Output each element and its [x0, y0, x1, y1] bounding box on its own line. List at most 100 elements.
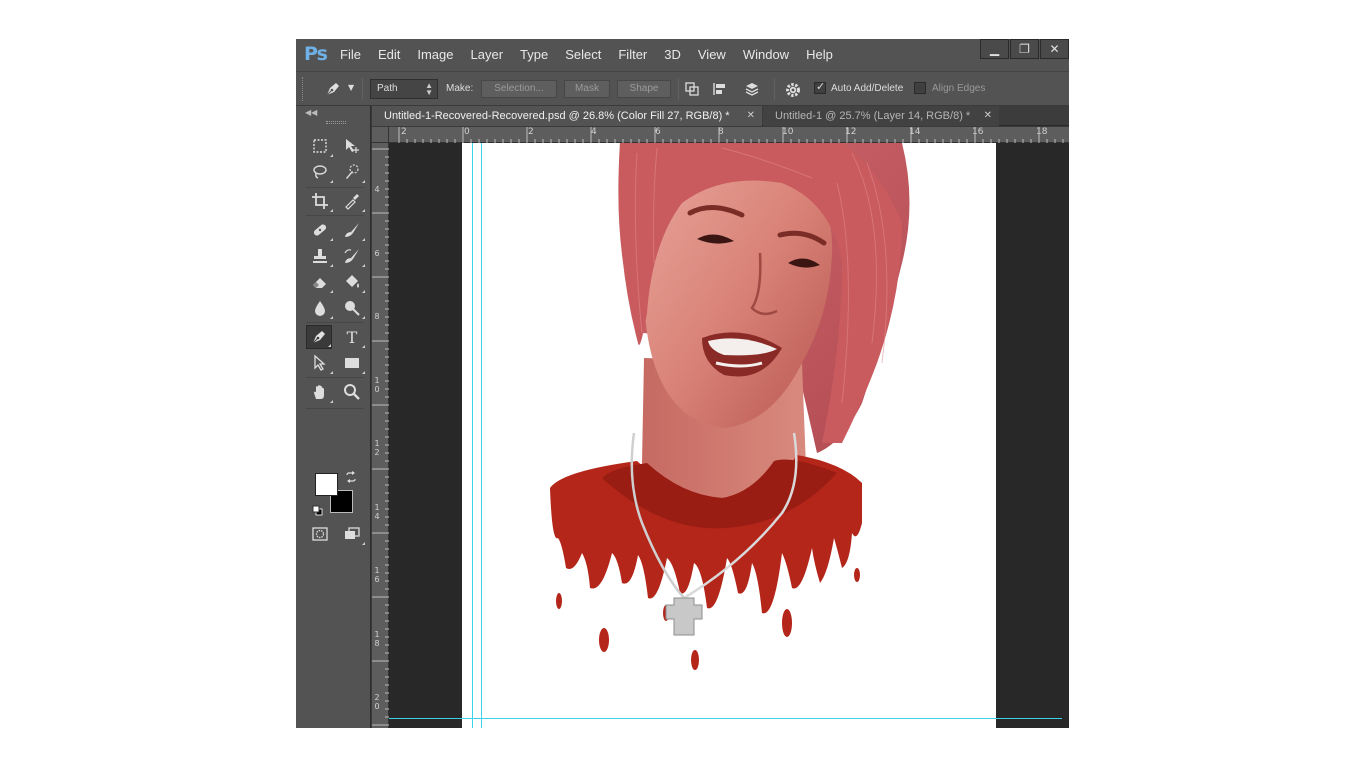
options-grip[interactable]	[302, 77, 304, 101]
path-arrangement-icon[interactable]	[744, 81, 760, 97]
guide-line[interactable]	[472, 143, 473, 728]
make-mask-button[interactable]: Mask	[564, 80, 610, 98]
brush-icon	[345, 223, 359, 237]
document-tab-title: Untitled-1 @ 25.7% (Layer 14, RGB/8) *	[775, 110, 971, 122]
divider	[678, 78, 679, 100]
dodge-tool[interactable]	[339, 296, 365, 320]
document-canvas[interactable]	[462, 143, 996, 728]
crop-icon	[312, 193, 328, 209]
document-tab-active[interactable]: Untitled-1-Recovered-Recovered.psd @ 26.…	[372, 106, 762, 126]
restore-icon[interactable]: ❐	[1010, 39, 1039, 59]
ruler-label: 14	[909, 127, 921, 137]
divider	[306, 187, 364, 188]
path-alignment-icon[interactable]	[712, 81, 728, 97]
quick-mask-icon	[312, 527, 328, 541]
pasteboard[interactable]	[389, 143, 1069, 728]
type-tool[interactable]: T	[339, 325, 365, 349]
history-brush-tool[interactable]	[339, 244, 365, 268]
gear-icon[interactable]	[784, 81, 802, 99]
hand-tool[interactable]	[307, 380, 333, 404]
tool-mode-value: Path	[377, 83, 398, 94]
ruler-label: 18	[1036, 127, 1048, 137]
auto-add-delete-label: Auto Add/Delete	[831, 83, 904, 94]
document-tab-inactive[interactable]: Untitled-1 @ 25.7% (Layer 14, RGB/8) * ✕	[763, 106, 999, 126]
ruler-label: 2	[528, 127, 534, 137]
menu-file[interactable]: File	[340, 47, 361, 62]
options-bar: ▼ Path ▲▼ Make: Selection... Mask Shape	[296, 71, 1069, 106]
menu-edit[interactable]: Edit	[378, 47, 400, 62]
tool-mode-select[interactable]: Path ▲ ▼	[370, 79, 438, 99]
eyedropper-tool[interactable]	[339, 189, 365, 213]
path-selection-tool[interactable]	[307, 351, 333, 375]
clone-stamp-tool[interactable]	[307, 244, 333, 268]
crop-tool[interactable]	[307, 189, 333, 213]
ruler-label: 6	[374, 249, 380, 258]
divider	[306, 215, 364, 216]
svg-text:T: T	[347, 328, 358, 346]
menu-image[interactable]: Image	[417, 47, 453, 62]
canvas-workspace[interactable]: 2 0 2 4 6 8 10 12 14 16 18 4 6 8 10 12 1…	[372, 127, 1069, 728]
foreground-color-swatch[interactable]	[315, 473, 338, 496]
menu-type[interactable]: Type	[520, 47, 548, 62]
pen-tool-preset-icon[interactable]	[324, 80, 342, 98]
brush-tool[interactable]	[339, 218, 365, 242]
menu-bar: Ps File Edit Image Layer Type Select Fil…	[296, 39, 1069, 71]
blur-tool[interactable]	[307, 296, 333, 320]
zoom-tool[interactable]	[339, 380, 365, 404]
bandage-icon	[313, 224, 327, 236]
path-operations-icon[interactable]	[684, 81, 700, 97]
marquee-tool[interactable]	[307, 134, 333, 158]
make-selection-button[interactable]: Selection...	[481, 80, 557, 98]
menu-3d[interactable]: 3D	[664, 47, 681, 62]
menu-select[interactable]: Select	[565, 47, 601, 62]
healing-brush-tool[interactable]	[307, 218, 333, 242]
auto-add-delete-checkbox[interactable]	[814, 80, 826, 94]
align-edges-checkbox[interactable]	[914, 82, 926, 94]
screen-mode-button[interactable]	[339, 522, 365, 546]
default-colors-icon[interactable]	[312, 505, 323, 516]
minimize-icon[interactable]: ▁	[980, 39, 1009, 59]
ruler-label: 12	[374, 439, 380, 457]
menu-layer[interactable]: Layer	[471, 47, 504, 62]
chevron-down-icon[interactable]: ▼	[348, 83, 354, 92]
guide-line[interactable]	[389, 718, 1062, 719]
pen-tool[interactable]	[306, 325, 332, 349]
collapse-panel-icon[interactable]: ◀◀	[305, 108, 317, 117]
divider	[306, 408, 364, 409]
divider	[306, 377, 364, 378]
divider	[774, 78, 775, 100]
droplet-icon	[315, 301, 325, 316]
vertical-ruler[interactable]: 4 6 8 10 12 14 16 18 20	[372, 143, 389, 728]
lasso-tool[interactable]	[307, 160, 333, 184]
quick-selection-tool[interactable]	[339, 160, 365, 184]
divider	[362, 78, 363, 100]
ruler-label: 6	[655, 127, 661, 137]
divider	[306, 322, 364, 323]
make-shape-button[interactable]: Shape	[617, 80, 671, 98]
make-label: Make:	[446, 83, 474, 94]
portrait-artwork[interactable]	[462, 143, 996, 728]
menu-help[interactable]: Help	[806, 47, 833, 62]
close-tab-icon[interactable]: ✕	[984, 106, 992, 126]
menu-view[interactable]: View	[698, 47, 726, 62]
eraser-icon	[313, 278, 326, 288]
quick-mask-toggle[interactable]	[307, 522, 333, 546]
eraser-tool[interactable]	[307, 270, 333, 294]
close-icon[interactable]: ✕	[1040, 39, 1069, 59]
pen-icon	[312, 331, 325, 344]
type-icon: T	[347, 328, 358, 346]
menu-filter[interactable]: Filter	[618, 47, 647, 62]
ruler-label: 0	[464, 127, 470, 137]
horizontal-ruler[interactable]: 2 0 2 4 6 8 10 12 14 16 18	[389, 127, 1069, 143]
paint-bucket-tool[interactable]	[339, 270, 365, 294]
tools-grip[interactable]	[326, 121, 346, 124]
swap-colors-icon[interactable]	[345, 471, 357, 483]
rectangle-tool[interactable]	[339, 351, 365, 375]
menu-window[interactable]: Window	[743, 47, 789, 62]
move-tool[interactable]	[339, 134, 365, 158]
ruler-origin[interactable]	[372, 127, 389, 143]
magnifier-icon	[344, 384, 360, 400]
quick-selection-icon	[346, 164, 359, 179]
guide-line[interactable]	[481, 143, 482, 728]
close-tab-icon[interactable]: ✕	[747, 106, 755, 126]
